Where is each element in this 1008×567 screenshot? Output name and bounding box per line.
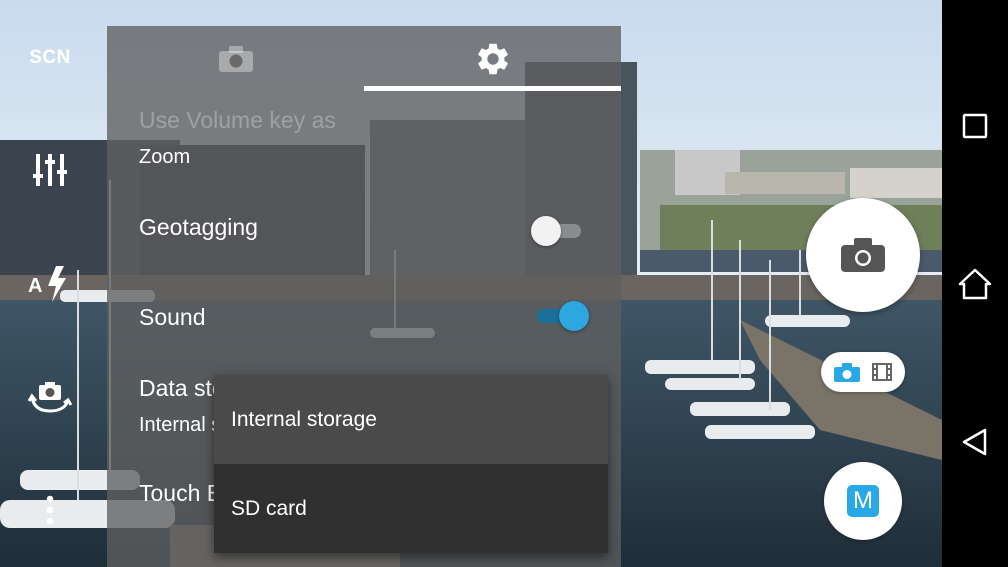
storage-dropdown: Internal storage SD card (214, 375, 608, 553)
switch-camera-icon[interactable] (24, 377, 76, 417)
back-button[interactable] (942, 412, 1008, 472)
geotagging-toggle[interactable] (531, 216, 587, 246)
storage-option-internal-label: Internal storage (231, 407, 377, 431)
geotagging-label: Geotagging (139, 214, 258, 240)
shutter-button[interactable] (806, 198, 920, 312)
sound-toggle-thumb (559, 301, 589, 331)
recents-icon (962, 113, 988, 139)
back-icon (962, 428, 987, 456)
storage-option-sd-card[interactable]: SD card (214, 464, 608, 553)
camera-tab[interactable] (107, 26, 364, 92)
settings-tab[interactable] (364, 26, 621, 92)
volume-key-setting[interactable]: Use Volume key as (139, 107, 336, 134)
photo-mode-icon (834, 363, 860, 382)
volume-key-value: Zoom (139, 146, 191, 168)
camera-icon (218, 46, 253, 72)
storage-option-internal[interactable]: Internal storage (214, 375, 608, 464)
sound-label: Sound (139, 304, 206, 330)
sound-toggle[interactable] (537, 301, 593, 331)
svg-text:A: A (28, 275, 42, 297)
manual-mode-button[interactable]: M (824, 462, 902, 540)
home-icon (958, 268, 992, 300)
geotagging-toggle-thumb (531, 216, 561, 246)
storage-option-sd-card-label: SD card (231, 496, 307, 520)
gear-icon (477, 43, 508, 75)
camera-viewfinder[interactable]: SCN A Use Volume key as Zoom Geotagging … (0, 0, 942, 567)
manual-settings-icon[interactable] (24, 150, 76, 190)
video-mode-icon (872, 363, 892, 381)
photo-video-switch[interactable] (821, 352, 905, 392)
active-tab-indicator (364, 86, 621, 91)
auto-flash-icon[interactable]: A (24, 264, 76, 304)
mode-badge: M (847, 485, 879, 517)
home-button[interactable] (942, 254, 1008, 314)
scene-button[interactable]: SCN (24, 38, 76, 78)
camera-icon (841, 238, 885, 272)
navigation-bar (942, 0, 1008, 567)
more-options-icon[interactable] (24, 490, 76, 530)
recents-button[interactable] (942, 96, 1008, 156)
scene-label: SCN (29, 47, 71, 68)
